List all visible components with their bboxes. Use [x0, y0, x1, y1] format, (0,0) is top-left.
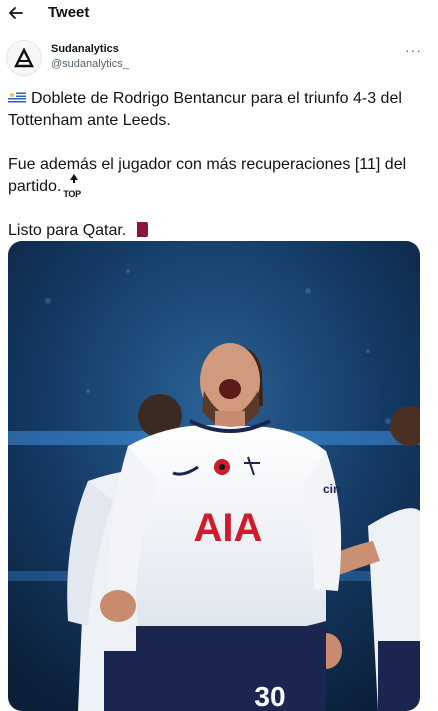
- sleeve-text: cin: [323, 482, 340, 496]
- author-handle[interactable]: @sudanalytics_: [51, 58, 129, 70]
- shirt-number: 30: [254, 681, 285, 711]
- qatar-flag-icon: [132, 222, 149, 237]
- uruguay-flag-icon: [8, 91, 26, 104]
- tweet-paragraph-1: Doblete de Rodrigo Bentancur para el tri…: [8, 90, 402, 129]
- sudanalytics-logo-icon: [14, 48, 34, 68]
- avatar[interactable]: [6, 40, 42, 76]
- tweet-photo[interactable]: AIA cin 30: [8, 241, 420, 711]
- sponsor-text: AIA: [194, 506, 263, 550]
- tweet-text: Doblete de Rodrigo Bentancur para el tri…: [8, 88, 428, 242]
- tweet-paragraph-3: Listo para Qatar.: [8, 220, 428, 242]
- page-title: Tweet: [48, 4, 90, 21]
- back-arrow-icon[interactable]: [6, 3, 26, 23]
- author-name[interactable]: Sudanalytics: [51, 43, 119, 55]
- more-options-icon[interactable]: ···: [405, 42, 422, 58]
- top-bar: Tweet: [0, 0, 438, 28]
- top-arrow-icon: TOP: [63, 174, 85, 199]
- tweet-paragraph-2: Fue además el jugador con más recuperaci…: [8, 156, 407, 199]
